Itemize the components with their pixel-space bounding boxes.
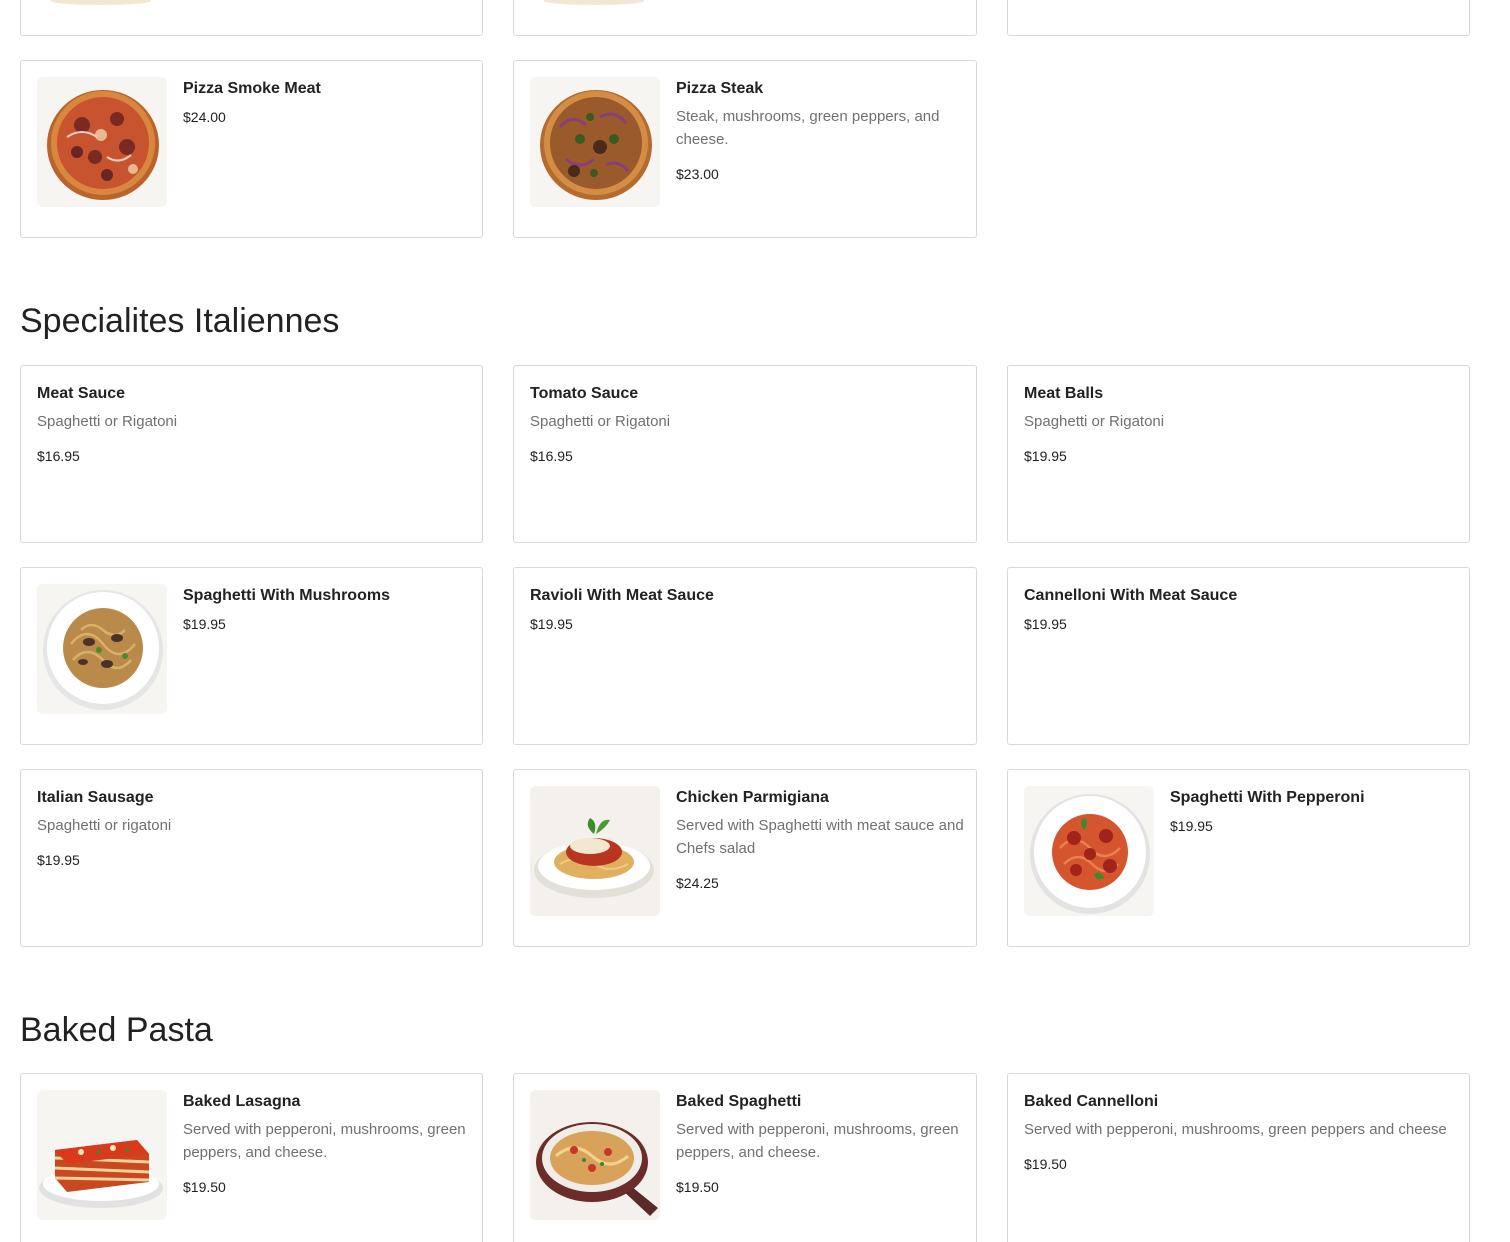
item-description: Served with pepperoni, mushrooms, green … [1024,1121,1447,1138]
item-price: $19.50 [1024,1156,1067,1172]
item-price: $16.95 [530,448,573,464]
item-description: Served with pepperoni, mushrooms, green … [676,1121,959,1161]
item-description: Spaghetti or Rigatoni [37,413,178,430]
menu-item-meat-sauce[interactable]: Meat Sauce Spaghetti or Rigatoni $16.95 [20,365,483,543]
item-price: $19.95 [37,852,80,868]
menu-item-ravioli-meat-sauce[interactable]: Ravioli With Meat Sauce $19.95 [513,567,977,745]
menu-item-meat-balls[interactable]: Meat Balls Spaghetti or Rigatoni $19.95 [1007,365,1470,543]
item-price: $23.00 [676,166,719,182]
item-description: Spaghetti or rigatoni [37,817,172,834]
chicken-parmigiana-photo [530,786,660,916]
item-name: Pizza Steak [676,80,764,97]
menu-item-tomato-sauce[interactable]: Tomato Sauce Spaghetti or Rigatoni $16.9… [513,365,977,543]
item-name: Baked Cannelloni [1024,1093,1159,1110]
item-name: Tomato Sauce [530,385,639,402]
item-description: Steak, mushrooms, green peppers, and che… [676,108,940,148]
item-name: Meat Balls [1024,385,1104,402]
food-image-partial [544,0,644,5]
food-image-partial [51,0,151,5]
item-price: $19.95 [1170,818,1213,834]
item-price: $19.95 [183,616,226,632]
baked-lasagna-photo [37,1090,167,1220]
baked-spaghetti-photo [530,1090,660,1220]
item-price: $19.95 [1024,616,1067,632]
menu-item-cannelloni-meat-sauce[interactable]: Cannelloni With Meat Sauce $19.95 [1007,567,1470,745]
menu-item-baked-spaghetti[interactable]: Baked Spaghetti Served with pepperoni, m… [513,1073,977,1242]
pizza-smoke-meat-photo [37,77,167,207]
item-name: Spaghetti With Mushrooms [183,587,390,604]
spaghetti-pepperoni-photo [1024,786,1154,916]
item-name: Italian Sausage [37,789,154,806]
item-description: Served with Spaghetti with meat sauce an… [676,817,964,857]
menu-item-spaghetti-mushrooms[interactable]: Spaghetti With Mushrooms $19.95 [20,567,483,745]
section-title-specialites: Specialites Italiennes [20,302,340,340]
menu-item-italian-sausage[interactable]: Italian Sausage Spaghetti or rigatoni $1… [20,769,483,947]
item-price: $16.95 [37,448,80,464]
section-title-baked-pasta: Baked Pasta [20,1011,213,1049]
item-price: $24.00 [183,109,226,125]
item-price: $19.95 [530,616,573,632]
menu-item-baked-cannelloni[interactable]: Baked Cannelloni Served with pepperoni, … [1007,1073,1470,1242]
menu-item-baked-lasagna[interactable]: Baked Lasagna Served with pepperoni, mus… [20,1073,483,1242]
item-name: Cannelloni With Meat Sauce [1024,587,1238,604]
menu-item-chicken-parmigiana[interactable]: Chicken Parmigiana Served with Spaghetti… [513,769,977,947]
item-name: Chicken Parmigiana [676,789,829,806]
menu-item-card[interactable] [1007,0,1470,36]
item-description: Spaghetti or Rigatoni [530,413,671,430]
item-description: Served with pepperoni, mushrooms, green … [183,1121,466,1161]
item-name: Pizza Smoke Meat [183,80,321,97]
item-name: Baked Spaghetti [676,1093,802,1110]
item-name: Ravioli With Meat Sauce [530,587,714,604]
menu-item-card[interactable] [513,0,977,36]
item-description: Spaghetti or Rigatoni [1024,413,1165,430]
item-price: $19.50 [183,1179,226,1195]
item-price: $19.95 [1024,448,1067,464]
pizza-steak-photo [530,77,660,207]
item-price: $24.25 [676,875,719,891]
menu-item-spaghetti-pepperoni[interactable]: Spaghetti With Pepperoni $19.95 [1007,769,1470,947]
menu-item-pizza-steak[interactable]: Pizza Steak Steak, mushrooms, green pepp… [513,60,977,238]
item-name: Spaghetti With Pepperoni [1170,789,1365,806]
spaghetti-mushrooms-photo [37,584,167,714]
item-name: Baked Lasagna [183,1093,301,1110]
item-name: Meat Sauce [37,385,126,402]
item-price: $19.50 [676,1179,719,1195]
menu-item-pizza-smoke-meat[interactable]: Pizza Smoke Meat $24.00 [20,60,483,238]
menu-item-card[interactable] [20,0,483,36]
